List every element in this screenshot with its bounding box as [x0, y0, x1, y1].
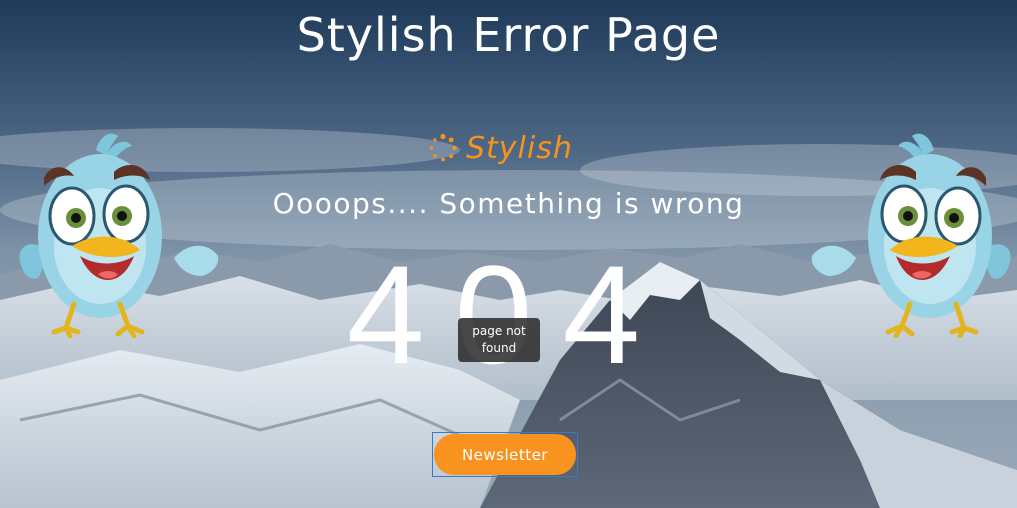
newsletter-button[interactable]: Newsletter [434, 434, 576, 475]
tooltip-text: page not found [472, 324, 526, 355]
brand-logo[interactable]: Stylish [428, 130, 573, 166]
page-not-found-tooltip: page not found [458, 318, 540, 362]
right-bird-illustration [811, 133, 1011, 338]
left-bird-illustration [19, 133, 219, 338]
page-title: Stylish Error Page [296, 8, 721, 62]
brand-name: Stylish [466, 130, 573, 166]
spinner-icon [429, 133, 457, 162]
newsletter-focus-outline: Newsletter [432, 432, 578, 477]
